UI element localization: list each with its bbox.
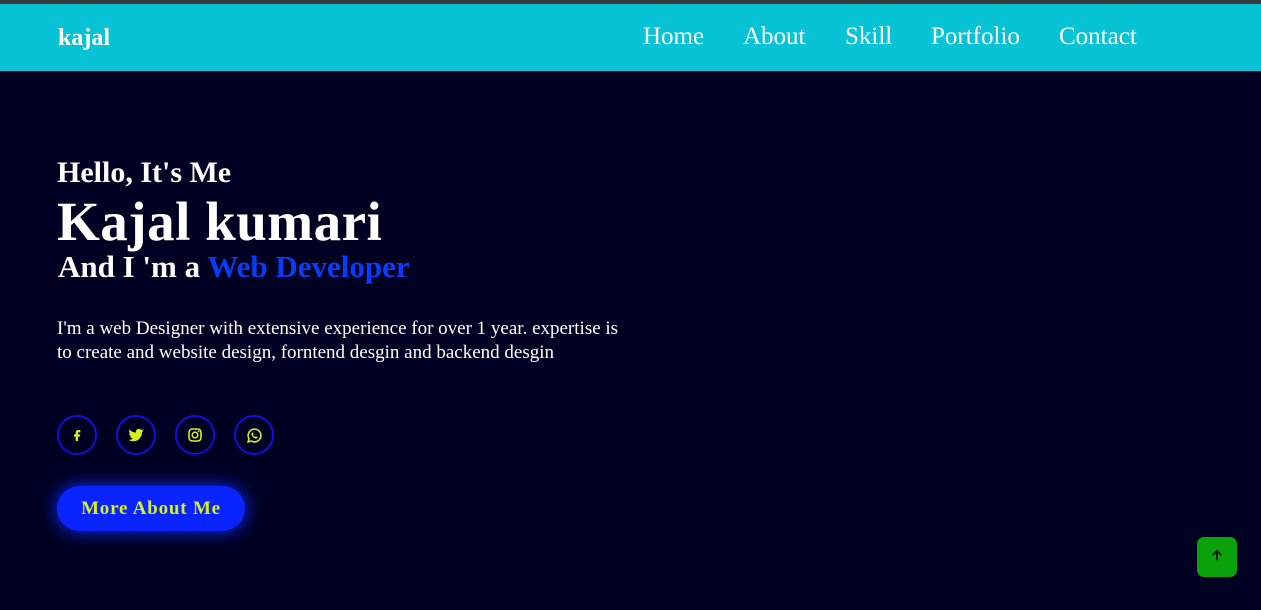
nav-link-about[interactable]: About (743, 23, 806, 51)
hero-description: I'm a web Designer with extensive experi… (57, 318, 619, 363)
hero-name: Kajal kumari (57, 191, 383, 252)
more-about-me-button[interactable]: More About Me (57, 486, 245, 531)
hero-role-prefix: And I 'm a (58, 249, 208, 284)
hero-greeting: Hello, It's Me (57, 156, 232, 189)
instagram-icon (187, 427, 203, 443)
nav-link-skill[interactable]: Skill (845, 23, 892, 51)
brand-logo[interactable]: kajal (58, 25, 110, 52)
twitter-icon (127, 426, 145, 444)
arrow-up-icon (1210, 548, 1224, 567)
scroll-to-top-button[interactable] (1197, 537, 1237, 577)
whatsapp-link[interactable] (234, 415, 274, 455)
whatsapp-icon (246, 427, 263, 444)
nav-link-home[interactable]: Home (643, 23, 704, 51)
facebook-link[interactable] (57, 415, 97, 455)
instagram-link[interactable] (175, 415, 215, 455)
nav-link-portfolio[interactable]: Portfolio (931, 23, 1020, 51)
navbar: kajal Home About Skill Portfolio Contact (0, 4, 1261, 71)
twitter-link[interactable] (116, 415, 156, 455)
facebook-icon (69, 427, 85, 443)
hero-role-highlight: Web Developer (207, 249, 410, 284)
nav-link-contact[interactable]: Contact (1059, 23, 1137, 51)
hero-role: And I 'm a Web Developer (58, 249, 410, 285)
